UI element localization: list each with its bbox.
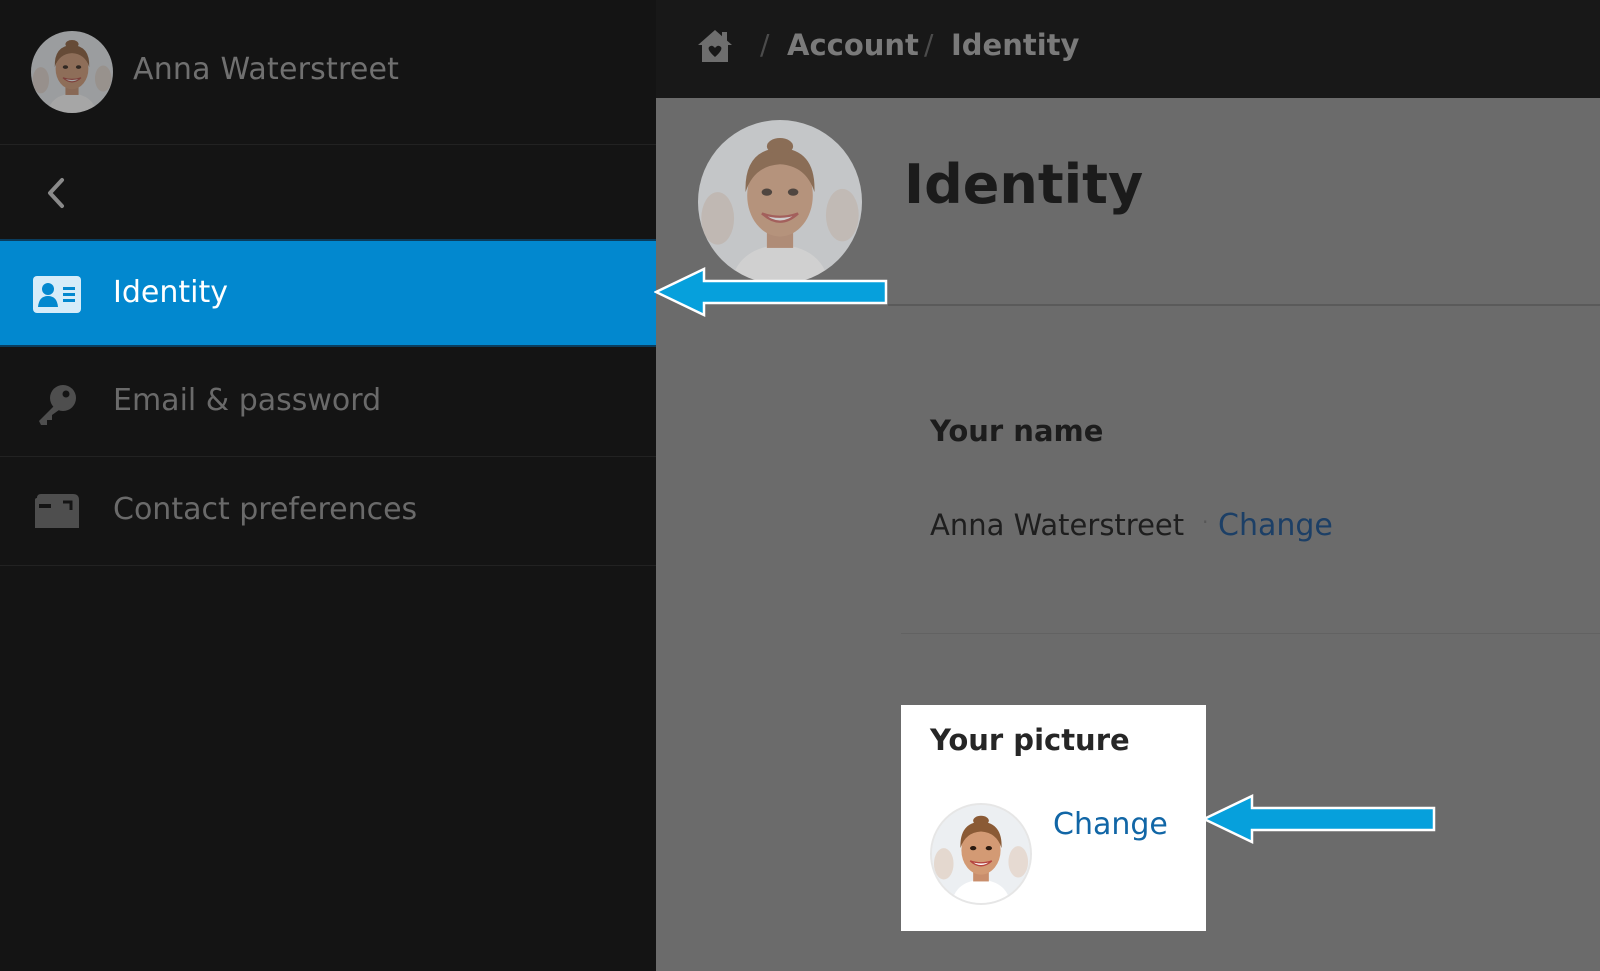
mailbox-icon xyxy=(33,492,81,532)
breadcrumb-separator: / xyxy=(924,28,934,61)
id-card-icon xyxy=(33,275,81,315)
key-icon xyxy=(33,383,81,425)
home-icon[interactable] xyxy=(696,28,734,64)
profile-avatar xyxy=(698,120,862,284)
section-divider xyxy=(901,633,1600,634)
page-title: Identity xyxy=(904,153,1144,216)
sidebar: Anna Waterstreet Identity Email & passwo… xyxy=(0,0,656,971)
your-name-heading: Your name xyxy=(930,414,1104,448)
back-button[interactable] xyxy=(0,146,656,240)
breadcrumb: / Account / Identity xyxy=(656,0,1600,98)
sidebar-item-label: Contact preferences xyxy=(113,492,418,527)
breadcrumb-separator: / xyxy=(760,28,770,61)
sidebar-item-identity[interactable]: Identity xyxy=(0,239,656,347)
sidebar-user-header: Anna Waterstreet xyxy=(0,0,656,145)
sidebar-user-name: Anna Waterstreet xyxy=(133,52,400,87)
sidebar-item-label: Identity xyxy=(113,275,228,310)
sidebar-item-contact-preferences[interactable]: Contact preferences xyxy=(0,458,656,566)
title-divider xyxy=(888,304,1600,306)
chevron-left-icon xyxy=(48,178,64,208)
main-content: Identity Your name Anna Waterstreet · Ch… xyxy=(656,98,1600,971)
change-name-link[interactable]: Change xyxy=(1218,508,1333,543)
picture-thumbnail xyxy=(930,803,1032,905)
breadcrumb-account[interactable]: Account xyxy=(787,28,919,62)
callout-arrow-icon xyxy=(1202,794,1436,844)
user-avatar[interactable] xyxy=(31,31,113,113)
name-value: Anna Waterstreet xyxy=(930,508,1185,542)
sidebar-item-label: Email & password xyxy=(113,383,382,418)
your-picture-heading: Your picture xyxy=(930,723,1130,757)
name-separator: · xyxy=(1202,510,1209,534)
callout-arrow-icon xyxy=(654,267,888,317)
sidebar-item-email-password[interactable]: Email & password xyxy=(0,349,656,457)
change-picture-link[interactable]: Change xyxy=(1053,807,1168,842)
breadcrumb-identity: Identity xyxy=(951,28,1080,62)
your-picture-card: Your picture Change xyxy=(901,705,1206,931)
